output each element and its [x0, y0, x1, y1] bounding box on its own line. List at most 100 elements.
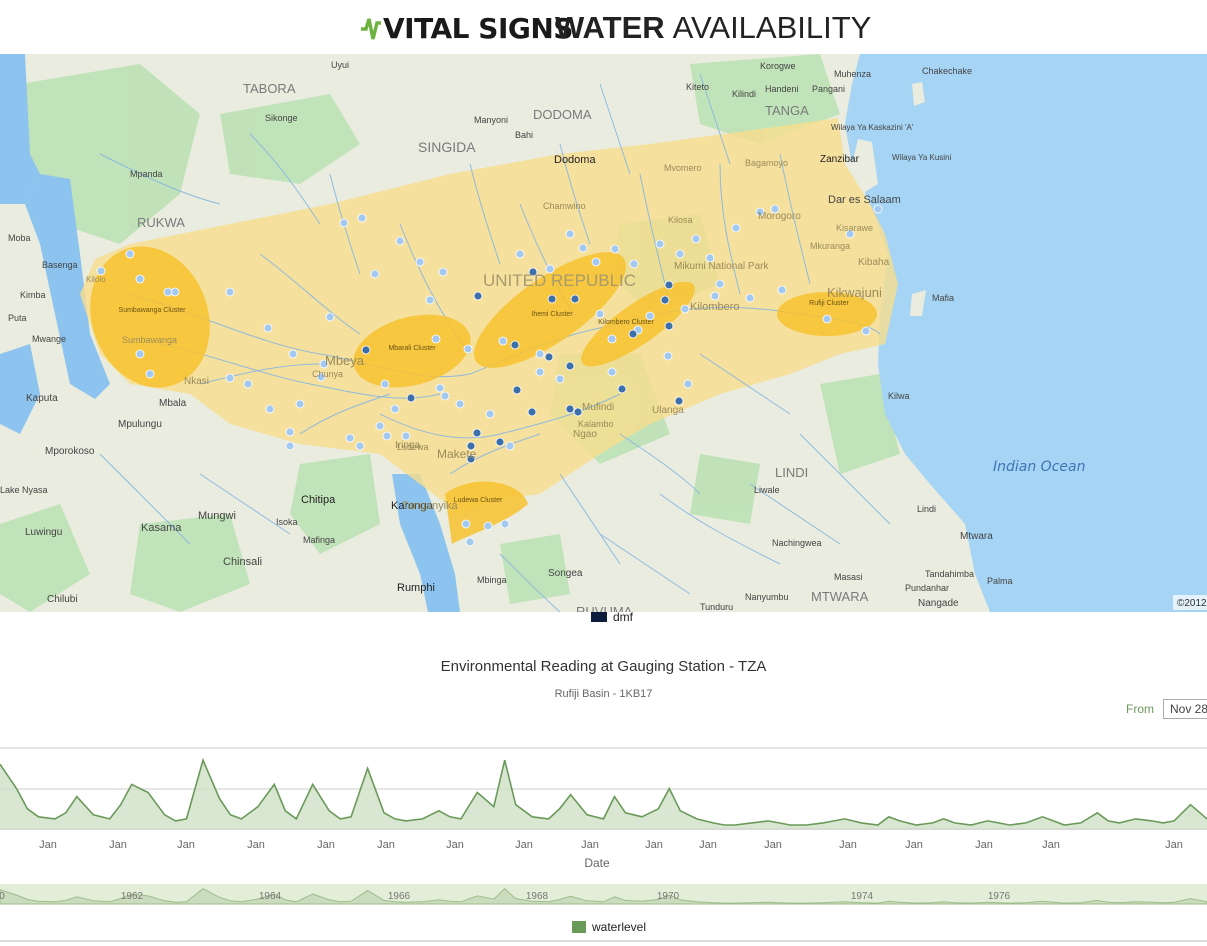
- station-marker[interactable]: [295, 399, 305, 409]
- station-marker[interactable]: [325, 312, 335, 322]
- station-marker[interactable]: [415, 257, 425, 267]
- station-marker[interactable]: [163, 287, 173, 297]
- station-marker[interactable]: [440, 391, 450, 401]
- station-marker-active[interactable]: [664, 280, 674, 290]
- station-marker[interactable]: [607, 367, 617, 377]
- station-marker[interactable]: [288, 349, 298, 359]
- station-marker-active[interactable]: [547, 294, 557, 304]
- station-marker[interactable]: [655, 239, 665, 249]
- station-marker-active[interactable]: [512, 385, 522, 395]
- station-marker[interactable]: [680, 304, 690, 314]
- basin-map[interactable]: Sumbawanga Cluster Mbarali Cluster Ihemi C…: [0, 54, 1207, 612]
- station-marker[interactable]: [535, 349, 545, 359]
- station-marker[interactable]: [243, 379, 253, 389]
- station-marker[interactable]: [505, 441, 515, 451]
- station-marker-active[interactable]: [527, 407, 537, 417]
- dmf-legend[interactable]: dmf: [591, 610, 633, 624]
- station-marker[interactable]: [135, 349, 145, 359]
- station-marker[interactable]: [500, 519, 510, 529]
- station-marker[interactable]: [125, 249, 135, 259]
- station-marker[interactable]: [535, 367, 545, 377]
- station-marker[interactable]: [861, 326, 871, 336]
- map-place-label: UNITED REPUBLIC: [483, 271, 636, 290]
- vital-signs-logo[interactable]: VITAL SIGNS: [360, 10, 573, 46]
- station-marker[interactable]: [463, 344, 473, 354]
- station-marker[interactable]: [629, 259, 639, 269]
- station-marker[interactable]: [777, 285, 787, 295]
- station-marker[interactable]: [710, 291, 720, 301]
- station-marker[interactable]: [731, 223, 741, 233]
- station-marker[interactable]: [375, 421, 385, 431]
- station-marker[interactable]: [355, 441, 365, 451]
- station-marker[interactable]: [435, 383, 445, 393]
- station-marker[interactable]: [483, 521, 493, 531]
- station-marker[interactable]: [595, 309, 605, 319]
- station-marker[interactable]: [145, 369, 155, 379]
- station-marker[interactable]: [370, 269, 380, 279]
- station-marker[interactable]: [822, 314, 832, 324]
- station-marker[interactable]: [401, 431, 411, 441]
- station-marker[interactable]: [380, 379, 390, 389]
- station-marker-active[interactable]: [473, 291, 483, 301]
- station-marker[interactable]: [455, 399, 465, 409]
- station-marker[interactable]: [578, 243, 588, 253]
- station-marker[interactable]: [382, 431, 392, 441]
- station-marker[interactable]: [225, 287, 235, 297]
- map-place-label: Indian Ocean: [993, 459, 1085, 475]
- station-marker[interactable]: [555, 374, 565, 384]
- station-marker-active[interactable]: [628, 329, 638, 339]
- station-marker-active[interactable]: [664, 321, 674, 331]
- station-marker[interactable]: [663, 351, 673, 361]
- station-marker[interactable]: [565, 229, 575, 239]
- station-marker[interactable]: [683, 379, 693, 389]
- station-marker[interactable]: [465, 537, 475, 547]
- station-marker[interactable]: [339, 218, 349, 228]
- station-marker[interactable]: [285, 441, 295, 451]
- map-panel[interactable]: Sumbawanga Cluster Mbarali Cluster Ihemi C…: [0, 54, 1207, 612]
- station-marker[interactable]: [873, 204, 883, 214]
- waterlevel-legend[interactable]: waterlevel: [572, 920, 646, 934]
- station-marker[interactable]: [135, 274, 145, 284]
- station-marker[interactable]: [745, 293, 755, 303]
- station-marker[interactable]: [498, 336, 508, 346]
- station-marker[interactable]: [675, 249, 685, 259]
- station-marker-active[interactable]: [660, 295, 670, 305]
- station-marker[interactable]: [607, 334, 617, 344]
- station-marker[interactable]: [395, 236, 405, 246]
- waterlevel-chart[interactable]: Jan Jan Jan Jan Jan Jan Jan Jan Jan Jan Jan Jan Jan J…: [0, 740, 1207, 910]
- station-marker-active[interactable]: [544, 352, 554, 362]
- station-marker[interactable]: [265, 404, 275, 414]
- station-marker[interactable]: [461, 519, 471, 529]
- station-marker[interactable]: [485, 409, 495, 419]
- map-place-label: Luwingu: [25, 527, 62, 538]
- station-marker-active[interactable]: [674, 396, 684, 406]
- station-marker[interactable]: [691, 234, 701, 244]
- bottom-scrollbar[interactable]: [0, 940, 1207, 942]
- station-marker-active[interactable]: [510, 340, 520, 350]
- station-marker[interactable]: [515, 249, 525, 259]
- station-marker-active[interactable]: [617, 384, 627, 394]
- station-marker[interactable]: [715, 279, 725, 289]
- station-marker-active[interactable]: [472, 428, 482, 438]
- station-marker-active[interactable]: [570, 294, 580, 304]
- from-date-input[interactable]: Nov 28: [1163, 699, 1207, 719]
- range-navigator[interactable]: [0, 884, 1207, 904]
- station-marker[interactable]: [357, 213, 367, 223]
- station-marker[interactable]: [438, 267, 448, 277]
- station-marker[interactable]: [285, 427, 295, 437]
- station-marker-active[interactable]: [573, 407, 583, 417]
- station-marker[interactable]: [96, 266, 106, 276]
- station-marker-active[interactable]: [406, 393, 416, 403]
- station-marker-active[interactable]: [565, 404, 575, 414]
- station-marker-active[interactable]: [495, 437, 505, 447]
- station-marker-active[interactable]: [565, 361, 575, 371]
- station-marker[interactable]: [610, 244, 620, 254]
- station-marker[interactable]: [425, 295, 435, 305]
- map-place-label: Muhenza: [834, 69, 871, 79]
- station-marker[interactable]: [431, 334, 441, 344]
- station-marker[interactable]: [225, 373, 235, 383]
- station-marker[interactable]: [263, 323, 273, 333]
- station-marker[interactable]: [591, 257, 601, 267]
- station-marker[interactable]: [390, 404, 400, 414]
- station-marker[interactable]: [345, 433, 355, 443]
